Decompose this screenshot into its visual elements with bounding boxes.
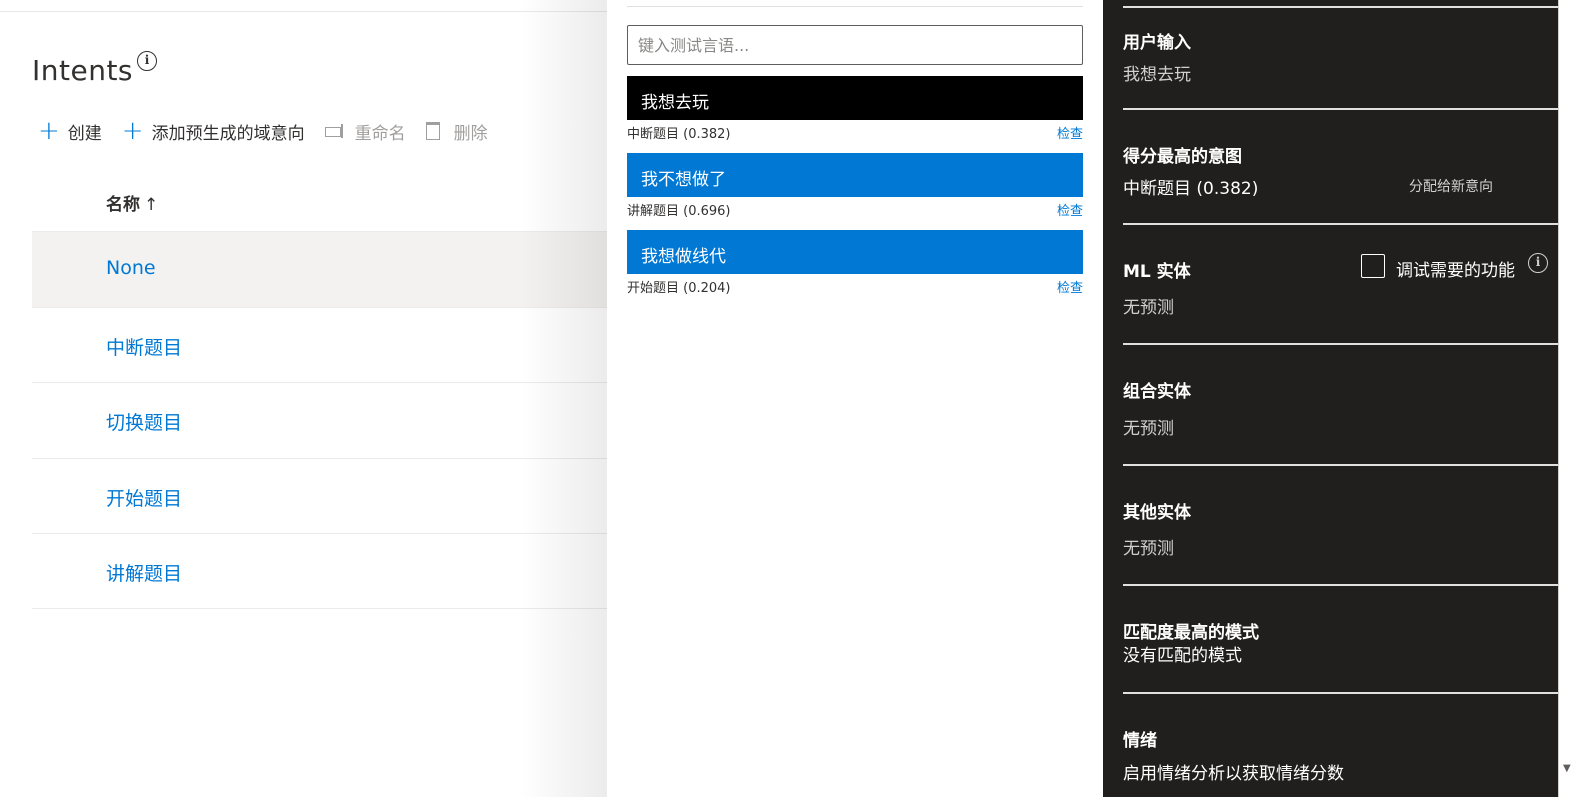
intent-link[interactable]: 讲解题目 (106, 559, 182, 586)
prediction-text: 讲解题目 (0.696) (627, 204, 731, 219)
top-divider (0, 11, 608, 12)
reassign-intent-dropdown[interactable]: 分配给新意向 (1409, 176, 1493, 196)
page-title: Intents (32, 54, 134, 87)
create-button[interactable]: + 创建 (38, 118, 102, 144)
intents-panel: Intents i + 创建 + 添加预生成的域意向 重命名 删除 名称 ↑ N… (0, 0, 608, 797)
section-divider (1123, 108, 1559, 110)
top-pattern-value: 没有匹配的模式 (1123, 646, 1242, 666)
create-label: 创建 (67, 123, 102, 144)
plus-icon: + (121, 116, 144, 146)
intent-link[interactable]: 切换题目 (106, 408, 182, 435)
test-utterance-input[interactable] (627, 25, 1083, 65)
column-header-label: 名称 (106, 195, 140, 215)
top-intent-value: 中断题目 (0.382) (1123, 179, 1259, 199)
test-divider (627, 6, 1083, 7)
prediction-row: 讲解题目 (0.696) 检查 (627, 200, 1083, 219)
add-prebuilt-button[interactable]: + 添加预生成的域意向 (122, 118, 305, 144)
delete-label: 删除 (453, 123, 488, 144)
top-intent-title: 得分最高的意图 (1123, 147, 1242, 167)
section-divider (1123, 6, 1559, 8)
composite-entities-value: 无预测 (1123, 419, 1174, 439)
ml-entities-title: ML 实体 (1123, 262, 1191, 282)
top-pattern-title: 匹配度最高的模式 (1123, 623, 1259, 643)
sort-arrow-icon: ↑ (144, 195, 159, 215)
sentiment-value: 启用情绪分析以获取情绪分数 (1123, 764, 1344, 784)
other-entities-value: 无预测 (1123, 539, 1174, 559)
utterance-text: 我不想做了 (641, 170, 726, 190)
section-divider (1123, 223, 1559, 225)
vertical-scrollbar[interactable] (1558, 0, 1581, 797)
composite-entities-title: 组合实体 (1123, 382, 1191, 402)
other-entities-title: 其他实体 (1123, 503, 1191, 523)
utterance-text: 我想做线代 (641, 247, 726, 267)
intent-link[interactable]: 中断题目 (106, 333, 182, 360)
inspect-link[interactable]: 检查 (1057, 123, 1083, 142)
section-divider (1123, 692, 1559, 694)
utterance-item[interactable]: 我不想做了 (627, 153, 1083, 197)
delete-button[interactable]: 删除 (425, 119, 488, 144)
rename-button[interactable]: 重命名 (324, 119, 406, 144)
section-divider (1123, 343, 1559, 345)
command-bar: + 创建 + 添加预生成的域意向 重命名 删除 (38, 116, 508, 146)
prediction-row: 中断题目 (0.382) 检查 (627, 123, 1083, 142)
utterance-item[interactable]: 我想做线代 (627, 230, 1083, 274)
utterance-item-selected[interactable]: 我想去玩 (627, 76, 1083, 120)
user-input-title: 用户输入 (1123, 33, 1191, 53)
info-icon[interactable]: i (137, 51, 157, 71)
bottom-edge (0, 797, 1581, 804)
utterance-text: 我想去玩 (641, 93, 709, 113)
prediction-text: 中断题目 (0.382) (627, 127, 731, 142)
section-divider (1123, 464, 1559, 466)
intent-link[interactable]: None (106, 257, 156, 279)
debug-features-checkbox[interactable] (1361, 254, 1385, 278)
scroll-down-icon[interactable]: ▼ (1563, 763, 1571, 774)
inspect-panel: 用户输入 我想去玩 得分最高的意图 中断题目 (0.382) 分配给新意向 ML… (1103, 0, 1581, 797)
trash-icon (425, 122, 440, 140)
prediction-text: 开始题目 (0.204) (627, 281, 731, 296)
panel-shadow (520, 0, 608, 797)
debug-features-label[interactable]: 调试需要的功能 (1396, 256, 1515, 281)
user-input-value: 我想去玩 (1123, 65, 1191, 85)
add-prebuilt-label: 添加预生成的域意向 (151, 123, 305, 144)
column-header-name[interactable]: 名称 ↑ (106, 190, 158, 215)
intent-link[interactable]: 开始题目 (106, 484, 182, 511)
info-icon[interactable]: i (1528, 253, 1548, 273)
rename-label: 重命名 (354, 123, 406, 144)
ml-entities-value: 无预测 (1123, 298, 1174, 318)
prediction-row: 开始题目 (0.204) 检查 (627, 277, 1083, 296)
inspect-link[interactable]: 检查 (1057, 200, 1083, 219)
plus-icon: + (38, 116, 60, 146)
rename-icon (324, 124, 347, 138)
section-divider (1123, 584, 1559, 586)
inspect-link[interactable]: 检查 (1057, 277, 1083, 296)
app-window: Intents i + 创建 + 添加预生成的域意向 重命名 删除 名称 ↑ N… (0, 0, 1581, 804)
sentiment-title: 情绪 (1123, 731, 1157, 751)
test-panel: 我想去玩 中断题目 (0.382) 检查 我不想做了 讲解题目 (0.696) … (607, 0, 1103, 797)
